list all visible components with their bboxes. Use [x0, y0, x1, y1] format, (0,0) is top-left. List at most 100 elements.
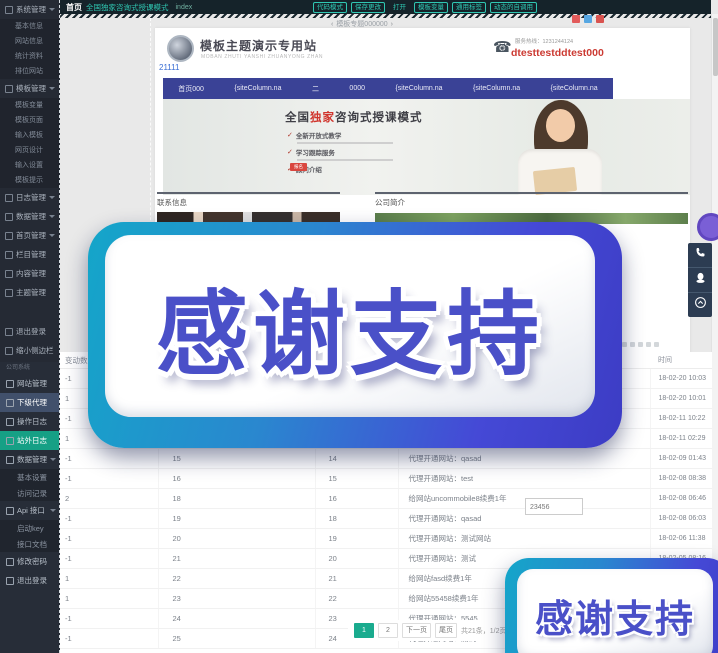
admin-menu-item-0[interactable]: 系统管理: [0, 0, 59, 19]
cell: 1: [60, 589, 158, 609]
pencil-icon: [6, 558, 14, 566]
agent-menu-item-4[interactable]: 数据管理: [0, 450, 59, 469]
admin-menu-item-2[interactable]: 网站信息: [0, 34, 59, 49]
agent-menu-item-0[interactable]: 网站管理: [0, 374, 59, 393]
cell: 代理开通网站：测试网站: [398, 529, 650, 549]
admin-menu-item-11[interactable]: 模板提示: [0, 173, 59, 188]
admin-menu-item-4[interactable]: 排位网站: [0, 64, 59, 79]
database-icon: [5, 213, 13, 221]
nav-item-2[interactable]: 二: [312, 84, 319, 94]
topbar-button-3[interactable]: 模板变量: [414, 2, 448, 13]
share-icons: [572, 15, 604, 23]
page-button-1[interactable]: 1: [354, 623, 374, 638]
banner-signup-button[interactable]: 报名: [290, 163, 307, 171]
agent-menu-item-10[interactable]: 修改密码: [0, 552, 59, 571]
nav-item-1[interactable]: {siteColumn.na: [234, 85, 281, 92]
cell: 18-02-09 01:43: [650, 449, 712, 469]
menu-item-label: 站外日志: [17, 435, 47, 446]
section-company: 公司简介: [375, 192, 688, 224]
page-link[interactable]: 21111: [159, 63, 179, 72]
hero-banner[interactable]: 全国独家咨询式授课模式 ✓全新开放式教学✓学习跟踪服务✓顾问介绍 报名: [163, 99, 690, 195]
next-page-button[interactable]: 下一页: [402, 623, 431, 638]
site-subtitle: MOBAN ZHUTI YANSHI ZHUANYONG ZHAN: [201, 54, 323, 60]
topbar-button-0[interactable]: 代码模式: [313, 2, 347, 13]
admin-menu-item-13[interactable]: 数据管理: [0, 207, 59, 226]
topbar-button-1[interactable]: 保存更改: [351, 2, 385, 13]
table-row: 21816给网站uncommobile8续费1年18-02-08 06:46: [60, 489, 712, 509]
banner-title-em: 独家: [310, 112, 335, 124]
database-icon: [6, 456, 14, 464]
menu-item-label: 排位网站: [15, 68, 43, 75]
nav-item-4[interactable]: {siteColumn.na: [395, 85, 442, 92]
share-icon-2[interactable]: [584, 15, 592, 23]
admin-menu-item-3[interactable]: 统计资料: [0, 49, 59, 64]
floating-action-button[interactable]: [697, 213, 718, 241]
admin-menu-item-5[interactable]: 模板管理: [0, 79, 59, 98]
agent-menu-item-5[interactable]: 基本设置: [0, 469, 59, 485]
nav-item-0[interactable]: 首页000: [178, 84, 204, 94]
menu-item-label: 输入设置: [15, 162, 43, 169]
topbar-home-label[interactable]: 首页: [66, 2, 82, 13]
menu-item-label: 模板页面: [15, 117, 43, 124]
agent-menu-item-2[interactable]: 操作日志: [0, 412, 59, 431]
admin-menu-item-1[interactable]: 基本信息: [0, 19, 59, 34]
admin-menu-item-10[interactable]: 输入设置: [0, 158, 59, 173]
menu-item-label: 主题管理: [16, 287, 46, 298]
admin-menu-item-15[interactable]: 栏目管理: [0, 245, 59, 264]
collapse-icon: [5, 347, 13, 355]
banner-point-label: 学习跟踪服务: [296, 147, 335, 157]
section-contact-title: 联系信息: [157, 198, 187, 207]
admin-menu-item-6[interactable]: 模板变量: [0, 98, 59, 113]
admin-menu-item-18[interactable]: 退出登录: [0, 322, 59, 341]
scrollbar-thumb[interactable]: [713, 18, 718, 76]
cell: 18-02-20 10:01: [650, 389, 712, 409]
toolbar-icon[interactable]: [630, 342, 635, 347]
next-arrow-icon[interactable]: ›: [388, 21, 396, 28]
banner-point-desc: [297, 159, 393, 161]
agent-menu-item-11[interactable]: 退出登录: [0, 571, 59, 590]
phone-button[interactable]: [688, 243, 712, 268]
banner-woman-photo: [502, 99, 632, 195]
scrollbar[interactable]: [711, 14, 718, 653]
qq-button[interactable]: [688, 268, 712, 293]
cell: 18: [315, 509, 398, 529]
admin-menu-item-19[interactable]: 缩小侧边栏: [0, 341, 59, 360]
topbar-template-file: index: [176, 4, 193, 11]
toolbar-icon[interactable]: [646, 342, 651, 347]
chevron-up-button[interactable]: [688, 293, 712, 317]
admin-menu-item-12[interactable]: 日志管理: [0, 188, 59, 207]
toolbar-icon[interactable]: [638, 342, 643, 347]
agent-menu-item-6[interactable]: 访问记录: [0, 485, 59, 501]
share-icon-3[interactable]: [596, 15, 604, 23]
topbar-button-5[interactable]: 动态的自调用: [490, 2, 537, 13]
admin-menu-item-9[interactable]: 网页设计: [0, 143, 59, 158]
agent-menu-item-7[interactable]: Api 接口: [0, 501, 59, 520]
toolbar-icon[interactable]: [654, 342, 659, 347]
banner-point-desc: [297, 142, 393, 144]
cell: 给网站uncommobile8续费1年: [398, 489, 650, 509]
toolbar-icon[interactable]: [622, 342, 627, 347]
nav-item-6[interactable]: {siteColumn.na: [551, 85, 598, 92]
admin-menu-item-8[interactable]: 输入模板: [0, 128, 59, 143]
agent-menu-item-1[interactable]: 下级代理: [0, 393, 59, 412]
admin-menu-item-16[interactable]: 内容管理: [0, 264, 59, 283]
menu-item-label: 模板变量: [15, 102, 43, 109]
nav-item-5[interactable]: {siteColumn.na: [473, 85, 520, 92]
agent-menu-item-9[interactable]: 接口文档: [0, 536, 59, 552]
qq-icon: [694, 271, 707, 289]
nav-item-3[interactable]: 0000: [349, 85, 365, 92]
menu-item-label: 启动key: [17, 523, 44, 534]
agent-menu-item-8[interactable]: 启动key: [0, 520, 59, 536]
cell: 23: [158, 589, 315, 609]
share-icon-1[interactable]: [572, 15, 580, 23]
agent-menu-item-3[interactable]: 站外日志: [0, 431, 59, 450]
last-page-button[interactable]: 尾页: [435, 623, 457, 638]
topbar-button-2[interactable]: 打开: [389, 2, 410, 13]
caret-down-icon: [49, 196, 55, 199]
page-button-2[interactable]: 2: [378, 623, 398, 638]
admin-menu-item-17[interactable]: 主题管理: [0, 283, 59, 302]
admin-menu-item-7[interactable]: 模板页面: [0, 113, 59, 128]
template-icon: [5, 85, 13, 93]
topbar-button-4[interactable]: 通用标签: [452, 2, 486, 13]
admin-menu-item-14[interactable]: 首页管理: [0, 226, 59, 245]
